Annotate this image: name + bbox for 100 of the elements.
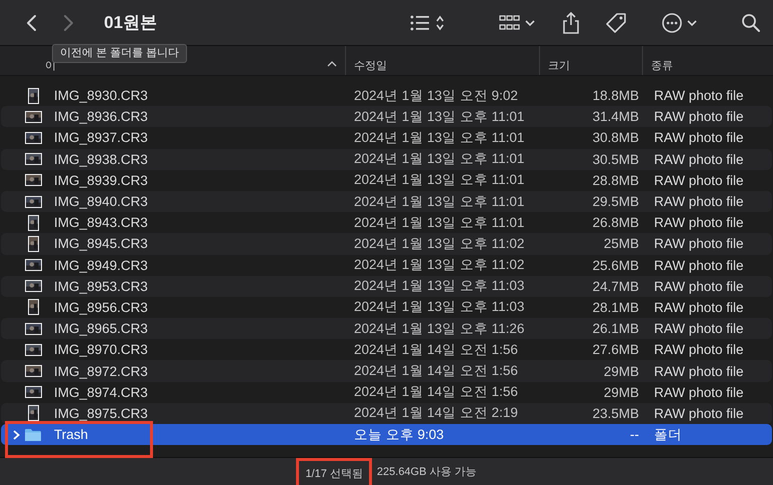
file-row[interactable]: IMG_8956.CR3 2024년 1월 13일 오후 11:03 28.1MB RAW photo file — [1, 296, 772, 318]
file-size: 30.8MB — [591, 130, 639, 146]
file-name: IMG_8970.CR3 — [54, 342, 148, 358]
file-row[interactable]: IMG_8939.CR3 2024년 1월 13일 오후 11:01 28.8MB RAW photo file — [1, 170, 772, 191]
modified-date: 2024년 1월 13일 오후 11:01 — [353, 192, 526, 211]
file-row[interactable]: IMG_8972.CR3 2024년 1월 14일 오전 1:56 29MB RAW photo file — [1, 360, 772, 382]
file-size: 26.1MB — [591, 321, 639, 336]
file-size: 29MB — [602, 384, 639, 400]
modified-date: 2024년 1월 13일 오후 11:01 — [353, 128, 526, 147]
column-header[interactable]: 종류 — [651, 58, 673, 73]
file-type: RAW photo file — [653, 300, 744, 315]
modified-date: 2024년 1월 13일 오후 11:26 — [353, 320, 526, 338]
modified-date: 2024년 1월 13일 오후 11:01 — [353, 171, 526, 190]
file-row[interactable]: Trash 오늘 오후 9:03 -- 폴더 — [1, 424, 772, 446]
file-name: IMG_8972.CR3 — [54, 364, 148, 379]
modified-date: 2024년 1월 13일 오후 11:02 — [353, 256, 526, 274]
file-name: IMG_8938.CR3 — [54, 152, 148, 167]
modified-date: 2024년 1월 13일 오후 11:01 — [353, 150, 526, 168]
file-type: RAW photo file — [653, 364, 744, 379]
tag-icon[interactable] — [605, 12, 627, 34]
column-header[interactable]: 크기 — [548, 58, 570, 73]
file-size: 29.5MB — [591, 194, 639, 210]
file-type: RAW photo file — [653, 152, 744, 167]
more-icon[interactable] — [661, 12, 699, 34]
file-type: RAW photo file — [653, 194, 744, 210]
window-title: 01원본 — [104, 12, 157, 34]
search-icon[interactable] — [741, 12, 761, 32]
file-size: 23.5MB — [591, 406, 639, 421]
file-name: IMG_8974.CR3 — [54, 384, 148, 400]
share-icon[interactable] — [561, 10, 581, 34]
file-row[interactable]: IMG_8974.CR3 2024년 1월 14일 오전 1:56 29MB RAW photo file — [1, 382, 772, 403]
modified-date: 2024년 1월 13일 오후 11:03 — [353, 298, 526, 316]
file-type: RAW photo file — [653, 406, 744, 421]
file-size: 30.5MB — [591, 152, 639, 167]
modified-date: 2024년 1월 13일 오후 11:01 — [353, 214, 526, 232]
modified-date: 2024년 1월 14일 오전 2:19 — [353, 404, 519, 422]
modified-date: 2024년 1월 13일 오전 9:02 — [353, 86, 519, 105]
modified-date: 2024년 1월 13일 오후 11:02 — [353, 234, 526, 253]
column-header[interactable]: 수정일 — [354, 58, 387, 73]
file-type: RAW photo file — [653, 258, 744, 273]
grid-view-icon[interactable] — [499, 12, 537, 32]
file-size: 31.4MB — [591, 109, 639, 124]
file-row[interactable]: IMG_8938.CR3 2024년 1월 13일 오후 11:01 30.5MB RAW photo file — [1, 148, 772, 170]
selection-count: 1/17 선택됨 — [296, 458, 372, 485]
file-size: 18.8MB — [591, 88, 639, 104]
file-type: RAW photo file — [653, 236, 744, 252]
file-type: RAW photo file — [653, 321, 744, 336]
file-name: IMG_8943.CR3 — [54, 215, 148, 230]
file-row[interactable]: IMG_8975.CR3 2024년 1월 14일 오전 2:19 23.5MB RAW photo file — [1, 402, 772, 424]
modified-date: 2024년 1월 14일 오전 1:56 — [353, 383, 519, 402]
modified-date: 2024년 1월 13일 오후 11:01 — [353, 108, 526, 126]
file-name: IMG_8930.CR3 — [54, 88, 148, 104]
file-row[interactable]: IMG_8965.CR3 2024년 1월 13일 오후 11:26 26.1MB RAW photo file — [1, 318, 772, 340]
file-size: 26.8MB — [591, 215, 639, 230]
file-name: IMG_8953.CR3 — [54, 278, 148, 294]
file-size: 25.6MB — [591, 258, 639, 273]
file-type: RAW photo file — [653, 342, 744, 358]
file-type: RAW photo file — [653, 215, 744, 230]
file-size: 29MB — [602, 364, 639, 379]
free-space: 225.64GB 사용 가능 — [376, 465, 477, 479]
file-row[interactable]: IMG_8945.CR3 2024년 1월 13일 오후 11:02 25MB RAW photo file — [1, 233, 772, 254]
file-name: IMG_8949.CR3 — [54, 258, 148, 273]
file-name: IMG_8945.CR3 — [54, 236, 148, 252]
file-type: RAW photo file — [653, 278, 744, 294]
chevron-left-icon[interactable] — [26, 14, 38, 32]
file-row[interactable]: IMG_8940.CR3 2024년 1월 13일 오후 11:01 29.5MB RAW photo file — [1, 190, 772, 212]
file-row[interactable]: IMG_8930.CR3 2024년 1월 13일 오전 9:02 18.8MB RAW photo file — [1, 85, 772, 106]
modified-date: 2024년 1월 14일 오전 1:56 — [353, 340, 519, 359]
file-row[interactable]: IMG_8937.CR3 2024년 1월 13일 오후 11:01 30.8MB RAW photo file — [1, 127, 772, 149]
file-name: Trash — [54, 427, 88, 442]
file-size: 25MB — [602, 236, 639, 252]
tooltip: 이전에 본 폴더를 봅니다 — [52, 44, 188, 63]
file-name: IMG_8937.CR3 — [54, 130, 148, 146]
file-name: IMG_8956.CR3 — [54, 300, 148, 315]
file-type: 폴더 — [653, 426, 682, 444]
modified-date: 2024년 1월 14일 오전 1:56 — [353, 362, 519, 380]
file-size: 28.8MB — [591, 172, 639, 188]
file-row[interactable]: IMG_8953.CR3 2024년 1월 13일 오후 11:03 24.7MB RAW photo file — [1, 276, 772, 297]
file-name: IMG_8975.CR3 — [54, 406, 148, 421]
file-type: RAW photo file — [653, 172, 744, 188]
file-type: RAW photo file — [653, 384, 744, 400]
file-type: RAW photo file — [653, 109, 744, 124]
folder-icon — [24, 428, 42, 442]
file-row[interactable]: IMG_8970.CR3 2024년 1월 14일 오전 1:56 27.6MB RAW photo file — [1, 339, 772, 360]
file-size: 28.1MB — [591, 300, 639, 315]
file-size: -- — [629, 427, 639, 442]
file-name: IMG_8936.CR3 — [54, 109, 148, 124]
file-type: RAW photo file — [653, 88, 744, 104]
file-size: 24.7MB — [591, 278, 639, 294]
file-name: IMG_8939.CR3 — [54, 172, 148, 188]
modified-date: 2024년 1월 13일 오후 11:03 — [353, 277, 526, 296]
disclosure-icon[interactable] — [13, 430, 20, 440]
file-name: IMG_8940.CR3 — [54, 194, 148, 210]
file-type: RAW photo file — [653, 130, 744, 146]
file-row[interactable]: IMG_8936.CR3 2024년 1월 13일 오후 11:01 31.4MB RAW photo file — [1, 106, 772, 128]
file-row[interactable]: IMG_8949.CR3 2024년 1월 13일 오후 11:02 25.6MB RAW photo file — [1, 254, 772, 276]
file-row[interactable]: IMG_8943.CR3 2024년 1월 13일 오후 11:01 26.8MB RAW photo file — [1, 212, 772, 234]
modified-date: 오늘 오후 9:03 — [353, 426, 445, 444]
file-name: IMG_8965.CR3 — [54, 321, 148, 336]
file-size: 27.6MB — [591, 342, 639, 358]
